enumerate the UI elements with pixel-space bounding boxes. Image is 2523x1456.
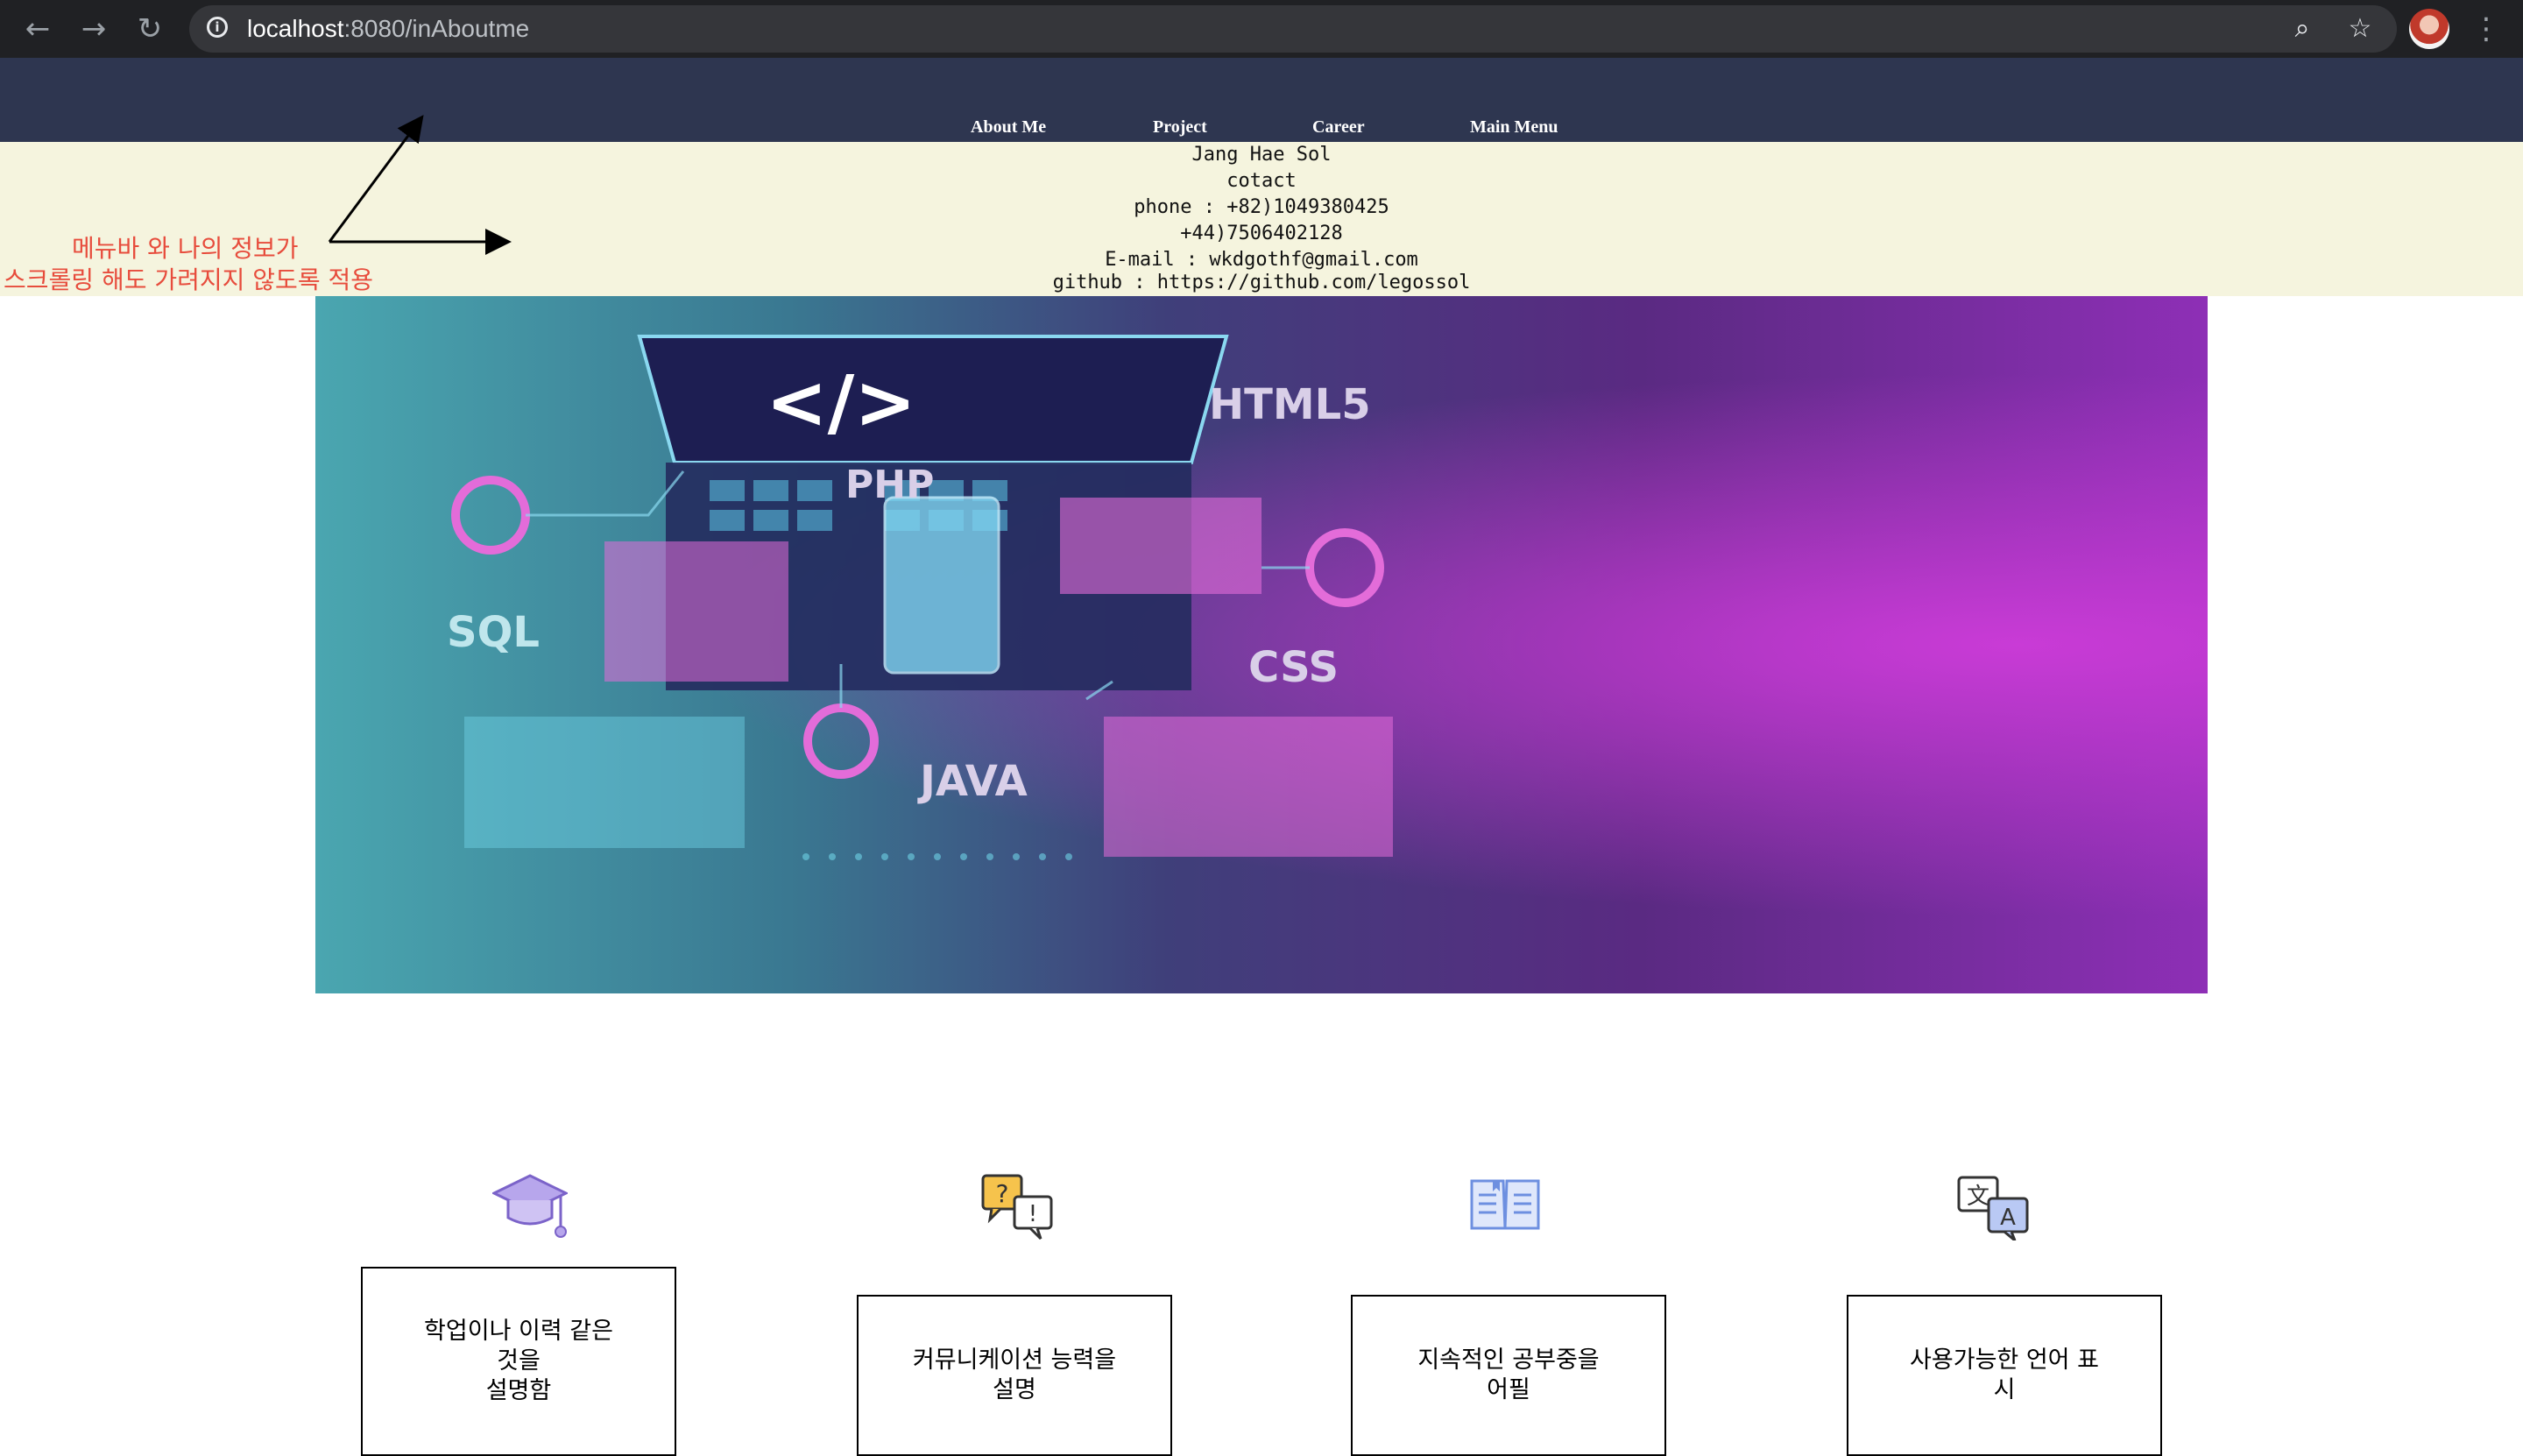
github-line: github : https://github.com/legossol <box>1052 272 1471 293</box>
svg-text:文: 文 <box>1967 1184 1989 1210</box>
nav-main-menu[interactable]: Main Menu <box>1470 116 1558 138</box>
hero-label-code: </> <box>766 359 915 445</box>
hero-label-css: CSS <box>1248 643 1339 692</box>
nav-about-me[interactable]: About Me <box>971 116 1046 138</box>
nav-project[interactable]: Project <box>1153 116 1207 138</box>
feature-box-languages: 사용가능한 언어 표 시 <box>1847 1295 2162 1456</box>
hero-label-sql: SQL <box>447 608 540 657</box>
site-info-icon[interactable]: i <box>207 17 228 38</box>
hero-image: </> HTML5 PHP SQL CSS JAVA <box>315 296 2208 993</box>
nav-career[interactable]: Career <box>1312 116 1365 138</box>
hero-illustration: </> HTML5 PHP SQL CSS JAVA <box>447 335 1393 860</box>
svg-text:!: ! <box>1028 1201 1037 1227</box>
feature-box-communication: 커뮤니케이션 능력을 설명 <box>857 1295 1172 1456</box>
back-arrow-icon[interactable]: ← <box>18 9 58 49</box>
annotation-line-2: 스크롤링 해도 가려지지 않도록 적용 <box>4 265 374 294</box>
browser-toolbar: ← → ↻ i localhost:8080/inAboutme ⌕ ☆ ⋮ <box>0 0 2523 58</box>
more-options-icon[interactable]: ⋮ <box>2469 9 2504 49</box>
hero-label-html5: HTML5 <box>1209 380 1371 429</box>
annotation-line-1: 메뉴바 와 나의 정보가 <box>72 234 299 263</box>
forward-arrow-icon[interactable]: → <box>74 9 114 49</box>
url-host: localhost <box>247 15 344 42</box>
reload-icon[interactable]: ↻ <box>130 9 170 49</box>
url-text[interactable]: localhost:8080/inAboutme <box>247 5 529 53</box>
zoom-icon[interactable]: ⌕ <box>2283 5 2322 53</box>
translate-icon: 文 A <box>1957 1176 2029 1240</box>
open-book-icon <box>1470 1179 1540 1230</box>
feature-box-study: 지속적인 공부중을 어필 <box>1351 1295 1666 1456</box>
hero-label-php: PHP <box>845 463 934 507</box>
svg-text:?: ? <box>996 1179 1009 1208</box>
graduation-cap-icon <box>492 1174 568 1238</box>
url-path: :8080/inAboutme <box>343 15 530 42</box>
svg-text:A: A <box>2000 1205 2016 1231</box>
address-bar[interactable]: i localhost:8080/inAboutme ⌕ ☆ <box>189 5 2397 53</box>
hero-label-java: JAVA <box>917 757 1028 806</box>
feature-box-education: 학업이나 이력 같은 것을 설명함 <box>361 1267 676 1456</box>
profile-avatar[interactable] <box>2409 9 2449 49</box>
speech-bubbles-icon: ? ! <box>981 1174 1053 1240</box>
star-icon[interactable]: ☆ <box>2341 5 2379 53</box>
annotation-arrows-icon <box>328 115 512 255</box>
